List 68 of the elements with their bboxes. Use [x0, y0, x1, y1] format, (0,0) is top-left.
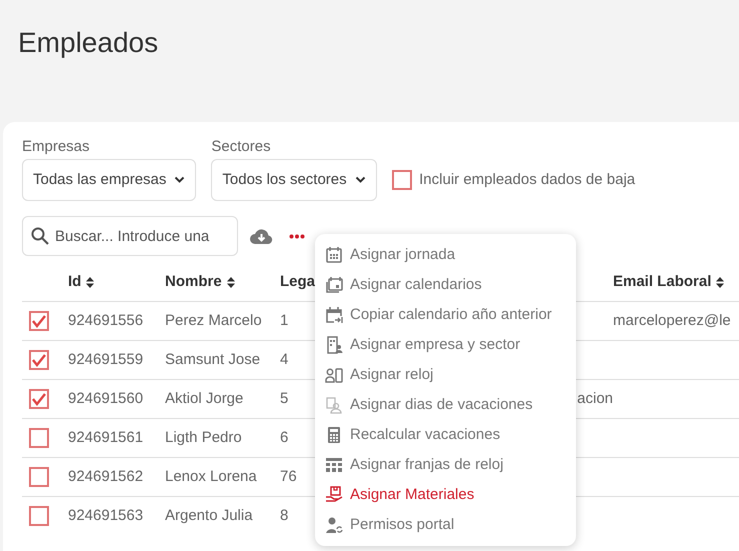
check-icon — [32, 354, 46, 366]
column-header[interactable]: Nombre — [165, 271, 235, 294]
grid-icon — [325, 456, 343, 474]
table-cell: 924691563 — [68, 507, 144, 524]
table-cell: 924691561 — [68, 428, 144, 446]
table-cell: 4 — [280, 350, 288, 368]
table-cell: Argento Julia — [165, 507, 253, 524]
calendar-icon — [325, 246, 343, 264]
row-checkbox[interactable] — [29, 467, 49, 487]
row-checkbox[interactable] — [29, 389, 49, 409]
chevron-icon — [354, 176, 366, 184]
row-checkbox[interactable] — [29, 311, 49, 331]
sort-icon — [226, 276, 235, 288]
cloud-download-icon[interactable] — [249, 227, 274, 245]
page-title: Empleados — [18, 26, 160, 60]
menu-item[interactable]: Asignar franjas de reloj — [315, 450, 576, 480]
table-cell: 8 — [280, 507, 288, 524]
check-icon — [32, 314, 46, 328]
select-field[interactable]: Todos los sectores — [211, 159, 377, 201]
menu-item[interactable]: Asignar reloj — [315, 360, 576, 390]
sort-icon — [716, 276, 724, 288]
table-cell: 1 — [280, 312, 288, 329]
search-field[interactable]: Buscar... Introduce una — [22, 216, 238, 256]
chevron-icon — [174, 176, 186, 184]
table-cell: marceloperez@le — [613, 312, 731, 329]
table-cell: 924691562 — [68, 468, 144, 485]
menu-item[interactable]: Asignar empresa y sector — [315, 330, 576, 360]
table-cell: Perez Marcelo — [165, 312, 262, 329]
menu-item[interactable]: Permisos portal — [315, 510, 576, 540]
row-checkbox[interactable] — [29, 428, 49, 448]
column-header[interactable]: Email Laboral — [613, 271, 724, 294]
row-checkbox[interactable] — [29, 350, 49, 370]
calculator-icon — [325, 426, 343, 444]
check-icon — [32, 392, 46, 406]
menu-item[interactable]: Asignar calendarios — [315, 270, 576, 300]
table-cell: 76 — [280, 468, 297, 485]
table-cell: Lenox Lorena — [165, 468, 257, 485]
table-cell: 6 — [280, 428, 288, 446]
building-icon — [325, 336, 343, 354]
table-cell: acion — [577, 390, 613, 407]
calendars-icon — [325, 276, 343, 294]
table-cell: Aktiol Jorge — [165, 390, 244, 407]
filter-label: Empresas — [22, 138, 91, 156]
calendar-copy-icon — [325, 306, 343, 324]
table-cell: 924691559 — [68, 350, 144, 368]
row-checkbox[interactable] — [29, 506, 49, 526]
person-sync-icon — [325, 516, 343, 534]
table-cell: 924691556 — [68, 312, 144, 329]
menu-item[interactable]: Asignar jornada — [315, 240, 576, 270]
menu-item[interactable]: Copiar calendario año anterior — [315, 300, 576, 330]
table-cell: 5 — [280, 390, 288, 407]
table-cell: Ligth Pedro — [165, 428, 242, 446]
checkbox-label: Incluir empleados dados de baja — [419, 170, 636, 190]
table-cell: Samsunt Jose — [165, 350, 260, 368]
filter-label: Sectores — [211, 138, 272, 156]
column-header: Lega — [280, 272, 316, 292]
select-field[interactable]: Todas las empresas — [22, 159, 196, 201]
column-header[interactable]: Id — [68, 271, 94, 294]
menu-item[interactable]: Recalcular vacaciones — [315, 420, 576, 450]
person-device-icon — [325, 366, 343, 384]
clipboard-icon — [325, 396, 343, 414]
menu-item[interactable]: Asignar Materiales — [315, 480, 576, 510]
table-cell: 924691560 — [68, 390, 144, 407]
checkbox[interactable] — [392, 170, 412, 190]
sort-icon — [86, 276, 94, 288]
hand-box-icon — [325, 486, 343, 504]
more-icon[interactable] — [289, 234, 306, 238]
menu-item[interactable]: Asignar dias de vacaciones — [315, 390, 576, 420]
